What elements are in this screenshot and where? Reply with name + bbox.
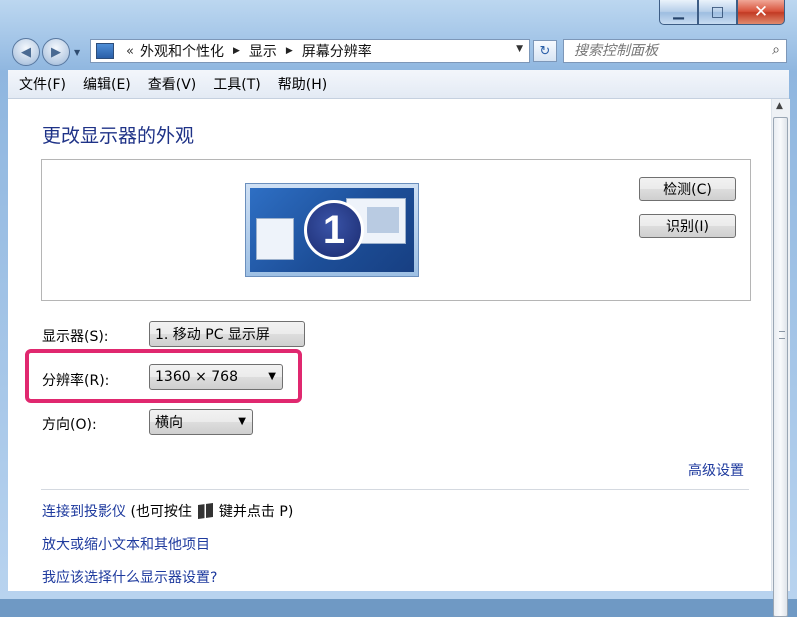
detect-button[interactable]: 检测(C) [639, 177, 736, 201]
page-title: 更改显示器的外观 [42, 125, 195, 147]
address-bar[interactable]: « 外观和个性化 ▶ 显示 ▶ 屏幕分辨率 ▼ [90, 39, 530, 63]
resolution-label: 分辨率(R): [42, 373, 110, 389]
divider [41, 489, 749, 490]
minimize-button[interactable]: ▁ [659, 0, 698, 25]
orientation-select-value: 横向 [155, 415, 183, 431]
breadcrumb-item-appearance[interactable]: 外观和个性化 [140, 41, 224, 61]
chevron-down-icon: ▼ [268, 371, 276, 382]
menu-help[interactable]: 帮助(H) [267, 74, 333, 94]
resolution-select-value: 1360 × 768 [155, 369, 238, 385]
maximize-icon: □ [710, 4, 725, 20]
window-pane-icon [367, 207, 399, 233]
watermark-overlay [575, 525, 765, 585]
vertical-scrollbar[interactable]: ▲ [771, 99, 790, 617]
menu-tools[interactable]: 工具(T) [202, 74, 266, 94]
breadcrumb-separator-icon[interactable]: ▶ [286, 46, 293, 56]
minimize-icon: ▁ [673, 4, 684, 20]
address-dropdown-icon[interactable]: ▼ [516, 44, 523, 54]
recent-pages-dropdown[interactable]: ▼ [74, 48, 80, 57]
forward-arrow-icon: ▶ [51, 44, 61, 60]
menu-view[interactable]: 查看(V) [137, 74, 203, 94]
refresh-icon: ↻ [539, 43, 551, 59]
monitor-1-thumbnail[interactable]: 1 [245, 183, 419, 277]
chevron-down-icon: ▼ [238, 416, 246, 427]
forward-button[interactable]: ▶ [42, 38, 70, 66]
display-select-value: 1. 移动 PC 显示屏 [155, 327, 270, 343]
close-button[interactable]: ✕ [737, 0, 785, 25]
resolution-select[interactable]: 1360 × 768 ▼ [149, 364, 283, 390]
search-icon[interactable]: ⌕ [772, 42, 780, 58]
breadcrumb-separator-icon[interactable]: ▶ [233, 46, 240, 56]
navigation-bar: ◀ ▶ ▼ « 外观和个性化 ▶ 显示 ▶ 屏幕分辨率 ▼ ↻ ⌕ [0, 34, 797, 68]
menu-edit[interactable]: 编辑(E) [72, 74, 137, 94]
windows-key-icon [197, 502, 213, 520]
search-box[interactable]: ⌕ [563, 39, 787, 63]
monitor-number-badge: 1 [304, 200, 364, 260]
display-label: 显示器(S): [42, 329, 109, 345]
title-bar: ▁ □ ✕ [0, 0, 797, 34]
display-select[interactable]: 1. 移动 PC 显示屏 [149, 321, 305, 347]
identify-button[interactable]: 识别(I) [639, 214, 736, 238]
window-frame: ▁ □ ✕ ◀ ▶ ▼ « 外观和个性化 ▶ 显示 ▶ 屏幕分辨率 ▼ ↻ ⌕ … [0, 0, 797, 617]
scroll-up-icon[interactable]: ▲ [776, 101, 783, 111]
advanced-settings-link[interactable]: 高级设置 [688, 460, 744, 480]
zoom-text-link[interactable]: 放大或缩小文本和其他项目 [42, 534, 210, 554]
projector-hint-text: (也可按住 [130, 504, 192, 520]
scroll-grip-icon [779, 331, 785, 339]
monitor-screen: 1 [250, 188, 414, 272]
orientation-label: 方向(O): [42, 417, 97, 433]
search-input[interactable] [572, 42, 766, 60]
content-pane: 更改显示器的外观 1 检测(C) 识别(I) 显示器(S): 1. 移动 PC … [8, 99, 771, 591]
display-help-link[interactable]: 我应该选择什么显示器设置? [42, 567, 217, 587]
maximize-button[interactable]: □ [698, 0, 737, 25]
menu-file[interactable]: 文件(F) [8, 74, 72, 94]
close-icon: ✕ [753, 2, 769, 22]
refresh-button[interactable]: ↻ [533, 40, 557, 62]
breadcrumb-overflow-icon[interactable]: « [126, 44, 134, 59]
connect-projector-link[interactable]: 连接到投影仪 [42, 504, 126, 520]
projector-row: 连接到投影仪 (也可按住 键并点击 P) [42, 501, 293, 521]
breadcrumb-item-resolution[interactable]: 屏幕分辨率 [302, 41, 372, 61]
breadcrumb-item-display[interactable]: 显示 [249, 41, 277, 61]
back-button[interactable]: ◀ [12, 38, 40, 66]
menu-bar: 文件(F) 编辑(E) 查看(V) 工具(T) 帮助(H) [8, 70, 789, 99]
window-thumbnail-icon [256, 218, 294, 260]
projector-hint-text-end: 键并点击 P) [218, 504, 294, 520]
scrollbar-thumb[interactable] [773, 117, 788, 617]
window-controls: ▁ □ ✕ [659, 0, 785, 26]
back-arrow-icon: ◀ [21, 44, 31, 60]
orientation-select[interactable]: 横向 ▼ [149, 409, 253, 435]
control-panel-icon [96, 43, 114, 59]
